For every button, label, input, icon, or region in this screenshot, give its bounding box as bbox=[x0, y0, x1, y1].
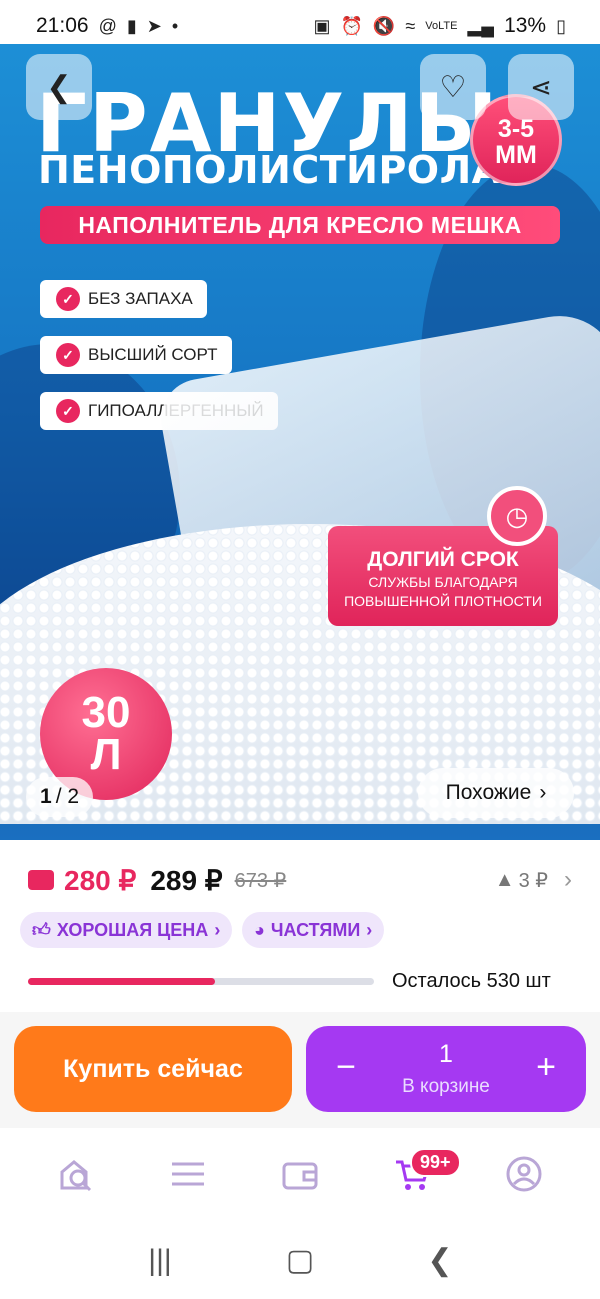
good-price-chip[interactable]: 👍︎ ХОРОШАЯ ЦЕНА › bbox=[20, 912, 233, 948]
triangle-up-icon: ▲ bbox=[494, 868, 515, 891]
battery-icon: ▯ bbox=[556, 15, 566, 36]
signal-icon: ▂▄ bbox=[467, 15, 495, 36]
chevron-right-icon: › bbox=[539, 781, 547, 804]
price: 289 ₽ bbox=[150, 864, 223, 896]
buy-now-button[interactable]: Купить сейчас bbox=[14, 1026, 292, 1112]
home-icon: ▢ bbox=[285, 1244, 315, 1277]
share-button[interactable]: ⋖ bbox=[508, 54, 574, 120]
chevron-right-icon: › bbox=[564, 866, 572, 893]
old-price: 673 ₽ bbox=[234, 869, 287, 892]
pager-current: 1 bbox=[40, 785, 52, 808]
wallet-icon bbox=[282, 1162, 318, 1190]
cart-count-badge: 99+ bbox=[410, 1148, 461, 1177]
heart-icon: ♡ bbox=[439, 70, 467, 104]
installments-chip[interactable]: ◕ ЧАСТЯМИ › bbox=[242, 912, 385, 948]
status-left: 21:06 @ ▮ ➤ • bbox=[36, 14, 178, 38]
action-bar: Купить сейчас − 1 В корзине + bbox=[0, 1012, 600, 1128]
volume-value: 30 bbox=[81, 688, 131, 737]
similar-button[interactable]: Похожие › bbox=[418, 768, 574, 818]
thumbs-up-icon: 👍︎ bbox=[32, 920, 51, 940]
system-back-button[interactable]: ❮ bbox=[410, 1236, 470, 1286]
telegram-icon: ➤ bbox=[146, 15, 162, 36]
nav-home[interactable] bbox=[44, 1142, 108, 1206]
profile-icon bbox=[506, 1156, 542, 1192]
battery-saver-icon: ▣ bbox=[313, 15, 331, 36]
chevron-right-icon: › bbox=[214, 919, 221, 940]
battery-percent: 13% bbox=[504, 14, 547, 37]
wifi-icon: ≈ bbox=[405, 15, 416, 36]
chip-label: ЧАСТЯМИ bbox=[270, 919, 361, 940]
check-badge-icon: ✓ bbox=[56, 399, 80, 423]
alarm-icon: ⏰ bbox=[340, 15, 363, 36]
back-icon: ❮ bbox=[427, 1244, 453, 1277]
durability-subtitle: ПОВЫШЕННОЙ ПЛОТНОСТИ bbox=[344, 593, 542, 609]
feature-badge: ✓ БЕЗ ЗАПАХА bbox=[40, 280, 207, 318]
volume-unit: Л bbox=[90, 730, 122, 779]
durability-subtitle: СЛУЖБЫ БЛАГОДАРЯ bbox=[368, 574, 518, 590]
at-icon: @ bbox=[98, 15, 117, 36]
feature-label: ВЫСШИЙ СОРТ bbox=[88, 345, 218, 364]
mute-icon: 🔇 bbox=[372, 15, 396, 36]
increase-quantity-button[interactable]: + bbox=[526, 1048, 566, 1087]
hero-subtitle: ПЕНОПОЛИСТИРОЛА bbox=[38, 148, 502, 192]
size-badge-unit: ММ bbox=[495, 141, 537, 169]
nav-profile[interactable] bbox=[492, 1142, 556, 1206]
feature-label: БЕЗ ЗАПАХА bbox=[88, 289, 193, 308]
status-time: 21:06 bbox=[36, 14, 89, 37]
price-history-button[interactable]: ▲ 3 ₽ › bbox=[495, 866, 572, 894]
stock-remaining: Осталось 530 шт bbox=[392, 970, 551, 992]
volte-icon: VoLTE bbox=[425, 20, 458, 32]
nav-wallet[interactable] bbox=[268, 1142, 332, 1206]
check-badge-icon: ✓ bbox=[56, 343, 80, 367]
status-right: ▣ ⏰ 🔇 ≈ VoLTE ▂▄ 13% ▯ bbox=[313, 14, 566, 38]
system-navigation: ||| ▢ ❮ bbox=[0, 1222, 600, 1299]
clock-icon: ◷ bbox=[487, 486, 547, 546]
pie-chart-icon: ◕ bbox=[254, 919, 265, 940]
price-row: 280 ₽ 289 ₽ 673 ₽ ▲ 3 ₽ › bbox=[28, 858, 572, 902]
feature-badge: ✓ ВЫСШИЙ СОРТ bbox=[40, 336, 232, 374]
share-icon: ⋖ bbox=[530, 71, 552, 102]
price-delta: 3 ₽ bbox=[518, 869, 548, 892]
chevron-right-icon: › bbox=[366, 919, 373, 940]
chevron-left-icon: ❮ bbox=[46, 70, 72, 104]
stock-progress bbox=[28, 978, 374, 985]
dot-icon: • bbox=[171, 15, 179, 36]
similar-label: Похожие bbox=[445, 781, 532, 804]
back-button[interactable]: ❮ bbox=[26, 54, 92, 120]
recent-apps-button[interactable]: ||| bbox=[130, 1236, 190, 1286]
cart-quantity-control: − 1 В корзине + bbox=[306, 1026, 586, 1112]
alert-icon: ▮ bbox=[126, 15, 137, 36]
home-button[interactable]: ▢ bbox=[270, 1236, 330, 1286]
search-home-icon bbox=[60, 1160, 92, 1192]
product-image-gallery[interactable]: ГРАНУЛЫ ПЕНОПОЛИСТИРОЛА 3-5 ММ НАПОЛНИТЕ… bbox=[0, 44, 600, 840]
recent-apps-icon: ||| bbox=[148, 1243, 172, 1277]
pager-total: / 2 bbox=[55, 785, 80, 808]
catalog-icon bbox=[172, 1162, 204, 1186]
stock-progress-fill bbox=[28, 978, 215, 985]
nav-catalog[interactable] bbox=[156, 1142, 220, 1206]
favorite-button[interactable]: ♡ bbox=[420, 54, 486, 120]
chip-label: ХОРОШАЯ ЦЕНА bbox=[56, 919, 209, 940]
wallet-icon bbox=[28, 870, 54, 890]
image-pager: 1 / 2 bbox=[26, 777, 94, 817]
filler-banner: НАПОЛНИТЕЛЬ ДЛЯ КРЕСЛО МЕШКА bbox=[40, 206, 560, 244]
check-badge-icon: ✓ bbox=[56, 287, 80, 311]
wallet-price: 280 ₽ bbox=[64, 864, 137, 896]
nav-cart[interactable]: 99+ bbox=[380, 1142, 461, 1206]
durability-title: ДОЛГИЙ СРОК bbox=[367, 548, 519, 571]
bottom-navigation: 99+ bbox=[0, 1128, 600, 1220]
